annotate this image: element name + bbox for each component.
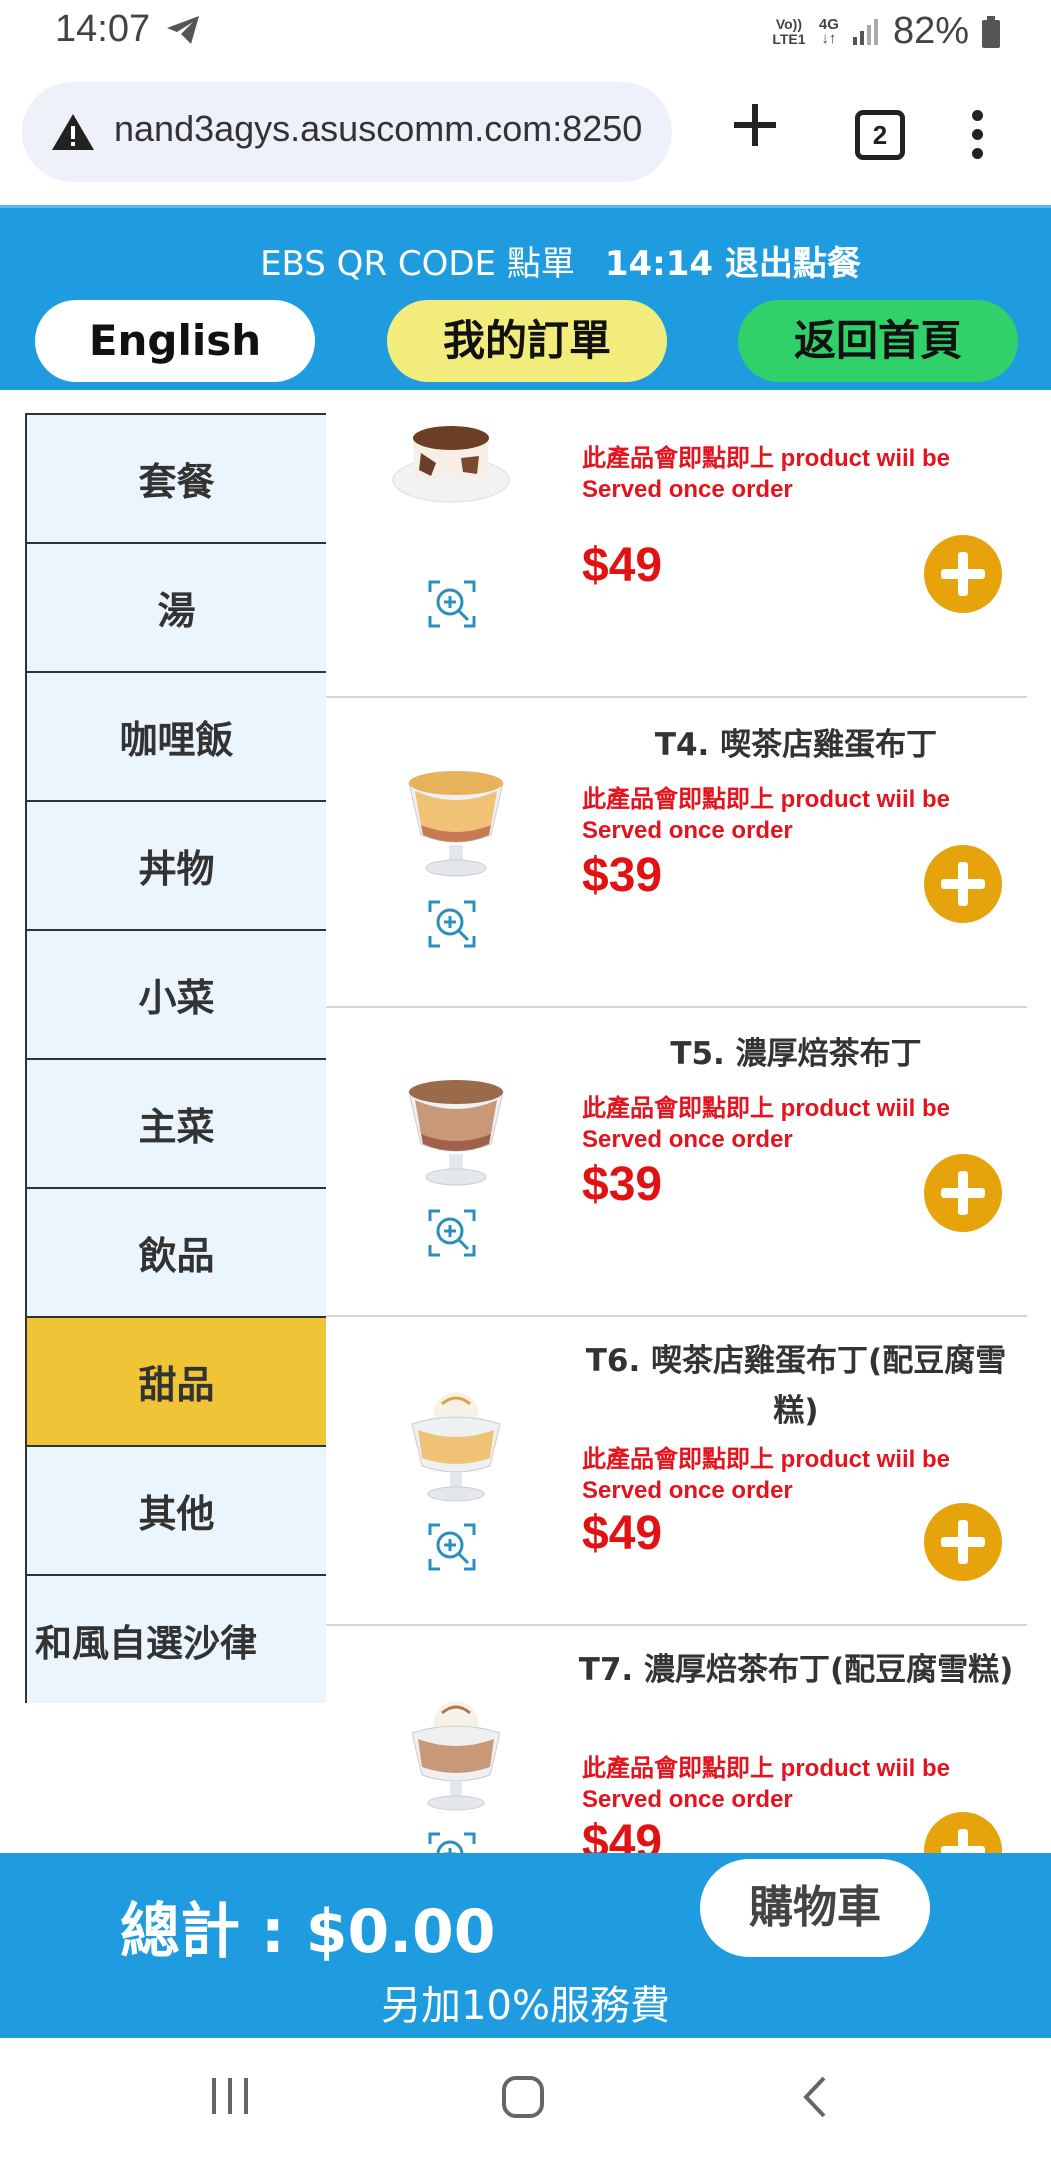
tiramisu-image[interactable] [391,408,511,508]
product-note: 此產品會即點即上 product wiil be Served once ord… [582,1755,951,1813]
volte-indicator: Vo)) LTE1 [772,15,806,47]
product-name: T4. 喫茶店雞蛋布丁 [654,727,938,763]
browser-toolbar: nand3agys.asuscomm.com:8250 2 [0,70,1051,205]
product-price: $39 [582,849,663,902]
category-others[interactable]: 其他 [25,1445,326,1574]
zoom-icon[interactable] [426,1207,478,1259]
cart-footer: 總計 : $0.00 購物車 另加10%服務費 [0,1853,1051,2038]
tab-switcher-button[interactable]: 2 [855,110,905,160]
home-button[interactable]: 返回首頁 [738,300,1018,382]
status-bar: 14:07 Vo)) LTE1 4G ↓↑ 82% [0,0,1051,70]
product-list: 此產品會即點即上 product wiil be Served once ord… [326,388,1027,1853]
address-bar[interactable]: nand3agys.asuscomm.com:8250 [22,82,672,182]
category-main-dish[interactable]: 主菜 [25,1058,326,1187]
system-nav-bar [0,2038,1051,2160]
my-order-button[interactable]: 我的訂單 [387,300,667,382]
signal-icon [852,18,878,45]
product-name: T6. 喫茶店雞蛋布丁(配豆腐雪糕) [585,1343,1007,1429]
recents-icon[interactable] [208,2076,252,2116]
category-sidebar: 套餐 湯 咖哩飯 丼物 小菜 主菜 飲品 甜品 其他 和風自選沙律 [25,413,326,1703]
menu-icon[interactable] [972,110,984,167]
telegram-icon [167,16,199,44]
product-item: T6. 喫茶店雞蛋布丁(配豆腐雪糕) 此產品會即點即上 product wiil… [326,1316,1027,1626]
home-icon[interactable] [500,2074,546,2120]
egg-pudding-tofu-ice-cream-image[interactable] [406,1386,506,1506]
add-icon[interactable] [924,1812,1002,1853]
hojicha-pudding-image[interactable] [401,1062,511,1192]
product-name: T5. 濃厚焙茶布丁 [670,1036,922,1072]
product-note: 此產品會即點即上 product wiil be Served once ord… [582,786,951,844]
product-item: T4. 喫茶店雞蛋布丁 此產品會即點即上 product wiil be Ser… [326,698,1027,1008]
zoom-icon[interactable] [426,898,478,950]
product-note: 此產品會即點即上 product wiil be Served once ord… [582,1095,951,1153]
exit-ordering-link[interactable]: 14:14 退出點餐 [605,244,861,284]
app-header: EBS QR CODE 點單 14:14 退出點餐 English 我的訂單 返回… [0,205,1051,390]
category-drinks[interactable]: 飲品 [25,1187,326,1316]
add-icon[interactable] [924,1503,1002,1581]
service-fee-note: 另加10%服務費 [381,1983,670,2029]
back-icon[interactable] [800,2074,830,2120]
zoom-icon[interactable] [426,1521,478,1573]
category-side-dish[interactable]: 小菜 [25,929,326,1058]
header-title: EBS QR CODE 點單 14:14 退出點餐 [0,236,1051,285]
product-price: $39 [582,1158,663,1211]
status-time: 14:07 [55,8,151,50]
warning-icon[interactable] [50,112,96,152]
cart-button[interactable]: 購物車 [700,1859,930,1957]
category-dessert[interactable]: 甜品 [25,1316,326,1445]
new-tab-icon[interactable] [730,100,780,150]
egg-pudding-image[interactable] [401,753,511,883]
network-indicator: 4G ↓↑ [818,15,839,47]
zoom-icon[interactable] [426,1830,478,1853]
category-soup[interactable]: 湯 [25,542,326,671]
product-item: T5. 濃厚焙茶布丁 此產品會即點即上 product wiil be Serv… [326,1007,1027,1317]
product-item: 此產品會即點即上 product wiil be Served once ord… [326,388,1027,698]
product-price: $49 [582,539,663,592]
category-rice-bowl[interactable]: 丼物 [25,800,326,929]
add-icon[interactable] [924,845,1002,923]
product-item: T7. 濃厚焙茶布丁(配豆腐雪糕) 此產品會即點即上 product wiil … [326,1625,1027,1853]
english-button[interactable]: English [35,300,315,382]
product-note: 此產品會即點即上 product wiil be Served once ord… [582,1446,951,1504]
add-icon[interactable] [924,535,1002,613]
hojicha-pudding-tofu-ice-cream-image[interactable] [406,1695,506,1815]
battery-level: 82% [892,10,969,52]
product-note: 此產品會即點即上 product wiil be Served once ord… [582,445,951,503]
product-price: $49 [582,1816,663,1853]
product-price: $49 [582,1507,663,1560]
category-curry-rice[interactable]: 咖哩飯 [25,671,326,800]
category-salad[interactable]: 和風自選沙律 [25,1574,326,1703]
page-title: EBS QR CODE 點單 [260,244,575,284]
product-name: T7. 濃厚焙茶布丁(配豆腐雪糕) [578,1652,1014,1688]
order-total: 總計 : $0.00 [120,1897,496,1967]
add-icon[interactable] [924,1154,1002,1232]
battery-icon [982,15,1000,48]
url-text[interactable]: nand3agys.asuscomm.com:8250 [114,108,642,150]
zoom-icon[interactable] [426,578,478,630]
category-set-meal[interactable]: 套餐 [25,413,326,542]
